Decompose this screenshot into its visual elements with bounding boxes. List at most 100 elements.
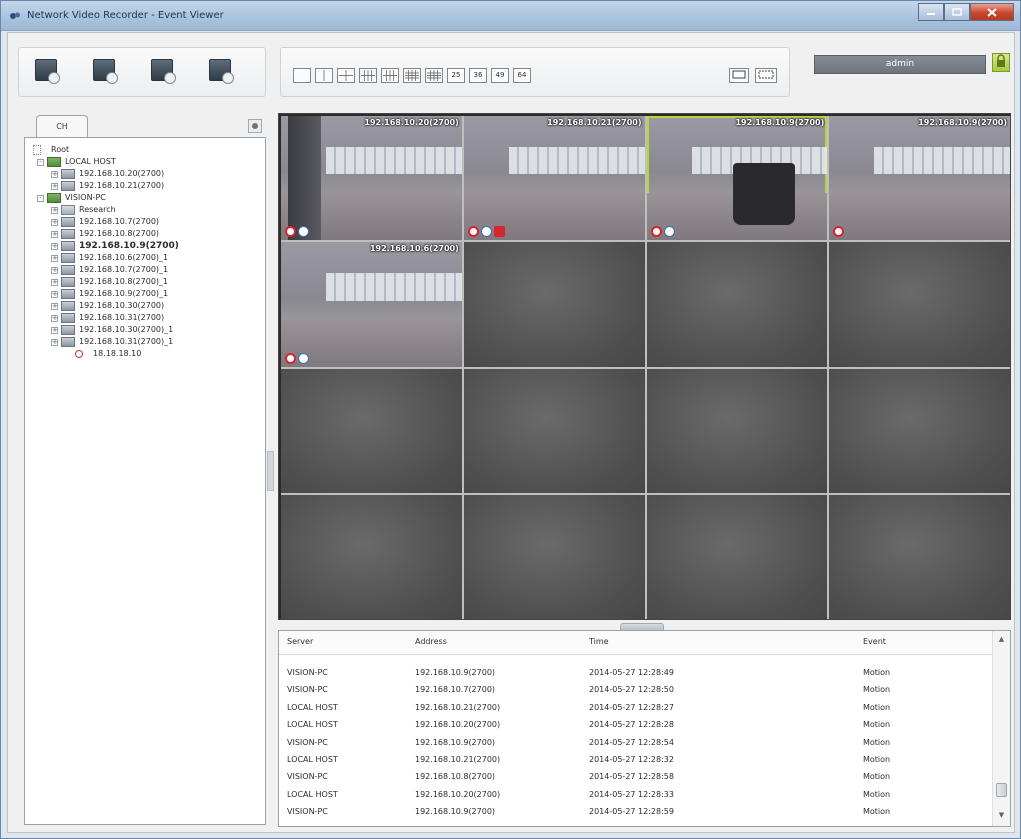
video-cell[interactable]: 192.168.10.20(2700) bbox=[281, 116, 462, 241]
video-cell[interactable]: 192.168.10.21(2700) bbox=[463, 116, 645, 241]
column-header-address[interactable]: Address bbox=[415, 637, 447, 646]
scene-floor bbox=[829, 193, 1010, 241]
expand-icon[interactable]: + bbox=[51, 183, 58, 190]
layout-button[interactable]: 49 bbox=[491, 68, 509, 83]
layout-button[interactable] bbox=[337, 68, 355, 83]
expand-icon[interactable]: + bbox=[51, 171, 58, 178]
empty-video-cell[interactable] bbox=[829, 494, 1010, 619]
tree-item[interactable]: 18.18.18.10 bbox=[29, 348, 261, 360]
scroll-down-icon[interactable]: ▼ bbox=[997, 811, 1006, 820]
layout-button[interactable] bbox=[293, 68, 311, 83]
collapse-icon[interactable]: - bbox=[37, 195, 44, 202]
table-cell: 2014-05-27 12:28:58 bbox=[589, 772, 674, 782]
layout-button[interactable]: 36 bbox=[469, 68, 487, 83]
video-cell[interactable]: 192.168.10.9(2700) bbox=[646, 116, 828, 241]
expand-icon[interactable]: + bbox=[51, 219, 58, 226]
event-log-scrollbar[interactable]: ▲ ▼ bbox=[992, 631, 1010, 826]
panel-splitter[interactable] bbox=[267, 451, 274, 491]
expand-icon[interactable]: + bbox=[51, 243, 58, 250]
video-cell[interactable]: 192.168.10.6(2700) bbox=[281, 242, 462, 367]
layout-button[interactable] bbox=[381, 68, 399, 83]
empty-video-cell[interactable] bbox=[463, 494, 645, 619]
close-button[interactable] bbox=[970, 3, 1014, 21]
empty-video-cell[interactable] bbox=[463, 368, 645, 493]
empty-video-cell[interactable] bbox=[829, 242, 1010, 367]
tree-item[interactable]: - LOCAL HOST bbox=[29, 156, 261, 168]
table-row[interactable]: VISION-PC 192.168.10.9(2700) 2014-05-27 12… bbox=[279, 667, 992, 679]
expand-icon[interactable]: + bbox=[51, 279, 58, 286]
minimize-button[interactable] bbox=[918, 3, 944, 21]
expand-icon[interactable]: + bbox=[51, 207, 58, 214]
event-viewer-button[interactable] bbox=[151, 59, 176, 84]
settings-button[interactable] bbox=[209, 59, 234, 84]
layout-button[interactable] bbox=[425, 68, 443, 83]
empty-video-cell[interactable] bbox=[646, 242, 828, 367]
empty-video-cell[interactable] bbox=[463, 242, 645, 367]
tree-item[interactable]: +192.168.10.7(2700) bbox=[29, 216, 261, 228]
expand-icon[interactable]: + bbox=[51, 303, 58, 310]
expand-icon[interactable]: + bbox=[51, 255, 58, 262]
video-cell[interactable]: 192.168.10.9(2700) bbox=[829, 116, 1010, 241]
table-row[interactable]: VISION-PC 192.168.10.9(2700) 2014-05-27 12… bbox=[279, 737, 992, 749]
sequence-button[interactable] bbox=[755, 68, 777, 83]
tree-item[interactable]: +192.168.10.30(2700)_1 bbox=[29, 324, 261, 336]
tree-item[interactable]: +192.168.10.20(2700) bbox=[29, 168, 261, 180]
expand-icon[interactable]: + bbox=[51, 327, 58, 334]
live-view-button[interactable] bbox=[35, 59, 60, 84]
expand-icon[interactable]: + bbox=[51, 231, 58, 238]
table-row[interactable]: LOCAL HOST 192.168.10.20(2700) 2014-05-27 … bbox=[279, 719, 992, 731]
tree-item[interactable]: +192.168.10.21(2700) bbox=[29, 180, 261, 192]
layout-button[interactable]: 64 bbox=[513, 68, 531, 83]
playback-button[interactable] bbox=[93, 59, 118, 84]
table-row[interactable]: LOCAL HOST 192.168.10.21(2700) 2014-05-27 … bbox=[279, 702, 992, 714]
layout-button[interactable] bbox=[359, 68, 377, 83]
tree-item[interactable]: +192.168.10.9(2700) bbox=[29, 240, 261, 252]
tree-item[interactable]: +192.168.10.31(2700) bbox=[29, 312, 261, 324]
current-user-field[interactable]: admin bbox=[814, 55, 986, 74]
tree-item[interactable]: +192.168.10.9(2700)_1 bbox=[29, 288, 261, 300]
scroll-thumb[interactable] bbox=[996, 783, 1007, 797]
empty-video-cell[interactable] bbox=[281, 368, 462, 493]
tree-item[interactable]: - VISION-PC bbox=[29, 192, 261, 204]
table-row[interactable]: LOCAL HOST 192.168.10.21(2700) 2014-05-27 … bbox=[279, 754, 992, 766]
table-row[interactable]: LOCAL HOST 192.168.10.20(2700) 2014-05-27 … bbox=[279, 789, 992, 801]
expand-icon[interactable]: + bbox=[51, 291, 58, 298]
panel-settings-button[interactable] bbox=[248, 119, 262, 133]
tree-item[interactable]: Root bbox=[29, 144, 261, 156]
table-row[interactable]: VISION-PC 192.168.10.8(2700) 2014-05-27 12… bbox=[279, 771, 992, 783]
tab-ch[interactable]: CH bbox=[36, 115, 88, 138]
layout-button[interactable] bbox=[315, 68, 333, 83]
maximize-button[interactable] bbox=[944, 3, 970, 21]
fullscreen-button[interactable] bbox=[729, 68, 749, 83]
title-bar[interactable]: Network Video Recorder - Event Viewer bbox=[1, 1, 1020, 31]
empty-video-cell[interactable] bbox=[646, 494, 828, 619]
empty-video-cell[interactable] bbox=[646, 368, 828, 493]
table-cell: LOCAL HOST bbox=[287, 755, 338, 764]
column-header-time[interactable]: Time bbox=[589, 637, 609, 646]
table-row[interactable]: VISION-PC 192.168.10.9(2700) 2014-05-27 12… bbox=[279, 806, 992, 818]
expand-icon[interactable]: + bbox=[51, 267, 58, 274]
tree-item-label: 192.168.10.31(2700) bbox=[79, 313, 165, 322]
collapse-icon[interactable]: - bbox=[37, 159, 44, 166]
empty-video-cell[interactable] bbox=[281, 494, 462, 619]
tree-item[interactable]: +192.168.10.8(2700) bbox=[29, 228, 261, 240]
channel-tree[interactable]: Root - LOCAL HOST +192.168.10.20(2700) +192.… bbox=[24, 137, 266, 825]
tree-item[interactable]: +192.168.10.6(2700)_1 bbox=[29, 252, 261, 264]
logout-button[interactable] bbox=[992, 53, 1010, 72]
layout-button[interactable] bbox=[403, 68, 421, 83]
tree-item[interactable]: +192.168.10.31(2700)_1 bbox=[29, 336, 261, 348]
tree-item[interactable]: +192.168.10.7(2700)_1 bbox=[29, 264, 261, 276]
table-row[interactable]: VISION-PC 192.168.10.7(2700) 2014-05-27 12… bbox=[279, 684, 992, 696]
empty-video-cell[interactable] bbox=[829, 368, 1010, 493]
scroll-up-icon[interactable]: ▲ bbox=[997, 635, 1006, 644]
column-header-event[interactable]: Event bbox=[863, 637, 886, 646]
column-header-server[interactable]: Server bbox=[287, 637, 313, 646]
expand-icon[interactable]: + bbox=[51, 315, 58, 322]
expand-icon[interactable]: + bbox=[51, 339, 58, 346]
tree-item[interactable]: + Research bbox=[29, 204, 261, 216]
video-grid: 192.168.10.20(2700) 192.168.10.21(2700) 19… bbox=[281, 116, 1010, 619]
layout-button[interactable]: 25 bbox=[447, 68, 465, 83]
tree-item[interactable]: +192.168.10.8(2700)_1 bbox=[29, 276, 261, 288]
tree-item[interactable]: +192.168.10.30(2700) bbox=[29, 300, 261, 312]
tree-item-label: Root bbox=[51, 145, 70, 154]
